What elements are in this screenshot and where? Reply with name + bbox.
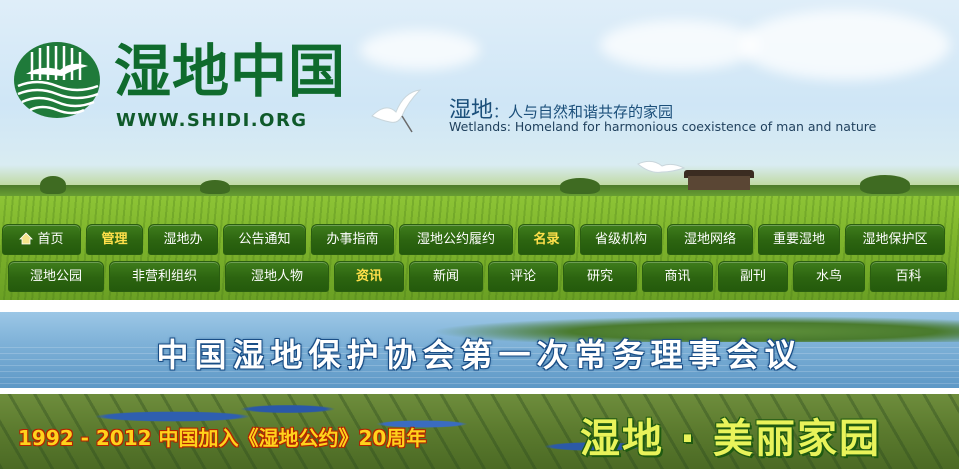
nav-item-comment[interactable]: 评论 [488,261,558,292]
nav-item-news[interactable]: 新闻 [409,261,483,292]
hut [688,176,750,190]
home-icon [19,232,34,245]
nav-item-research[interactable]: 研究 [563,261,637,292]
nav-item-important[interactable]: 重要湿地 [758,224,840,255]
tree [860,175,910,194]
nav-item-convention[interactable]: 湿地公约履约 [399,224,513,255]
nav-item-people[interactable]: 湿地人物 [225,261,329,292]
cloud [360,30,480,70]
nav-item-notices[interactable]: 公告通知 [223,224,306,255]
nav-item-guide[interactable]: 办事指南 [311,224,394,255]
nav-item-reserves[interactable]: 湿地保护区 [845,224,945,255]
cloud [740,10,950,80]
nav-item-label: 首页 [37,232,64,247]
egret-icon [637,160,686,173]
tree [40,176,66,194]
site-url: WWW.SHIDI.ORG [116,110,308,131]
site-logo-icon[interactable] [12,40,102,120]
nav-item-waterbirds[interactable]: 水鸟 [793,261,865,292]
meeting-banner[interactable]: 中国湿地保护协会第一次常务理事会议 [0,312,959,388]
meeting-banner-title: 中国湿地保护协会第一次常务理事会议 [156,336,803,374]
nav-item-wetland-office[interactable]: 湿地办 [148,224,218,255]
nav-item-directory[interactable]: 名录 [518,224,575,255]
nav-item-encyclopedia[interactable]: 百科 [870,261,947,292]
nav-item-provincial[interactable]: 省级机构 [580,224,662,255]
nav-item-home[interactable]: 首页 [2,224,81,255]
nav-item-supplement[interactable]: 副刊 [718,261,788,292]
nav-item-parks[interactable]: 湿地公园 [8,261,104,292]
anniversary-banner-text: 1992 - 2012 中国加入《湿地公约》20周年 [18,426,427,450]
tree [560,178,600,194]
slogan-en: Wetlands: Homeland for harmonious coexis… [449,119,877,134]
cloud [600,20,760,70]
main-nav-row-2: 湿地公园 非营利组织 湿地人物 资讯 新闻 评论 研究 商讯 副刊 水鸟 百科 [0,261,959,295]
tree [200,180,230,194]
nav-item-npo[interactable]: 非营利组织 [109,261,220,292]
main-nav-row-1: 首页 管理 湿地办 公告通知 办事指南 湿地公约履约 名录 省级机构 湿地网络 … [0,224,959,258]
site-header: 湿地中国 WWW.SHIDI.ORG 湿地：人与自然和谐共存的家园 Wetlan… [0,0,959,300]
nav-item-info[interactable]: 资讯 [334,261,404,292]
nav-item-network[interactable]: 湿地网络 [667,224,753,255]
egret-icon [371,89,422,133]
anniversary-banner[interactable]: 1992 - 2012 中国加入《湿地公约》20周年 湿地 · 美丽家园 [0,394,959,469]
nav-item-business[interactable]: 商讯 [642,261,713,292]
site-logo-text[interactable]: 湿地中国 [114,40,346,104]
anniversary-banner-slogan: 湿地 · 美丽家园 [580,416,882,462]
nav-item-management[interactable]: 管理 [86,224,143,255]
